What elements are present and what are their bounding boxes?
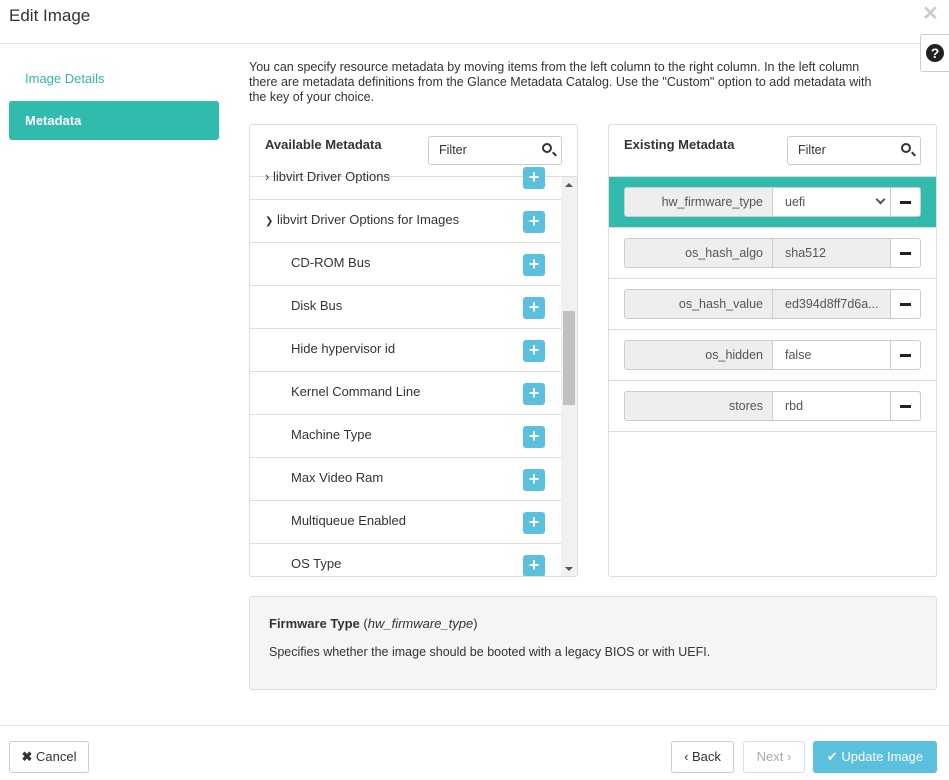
metadata-row[interactable]: os_hash_value ed394d8ff7d6a... [609,279,936,330]
value-select[interactable]: uefi [772,187,891,217]
chevron-down-icon [875,194,886,205]
sidebar: Image Details Metadata [9,59,219,143]
panel-title: Existing Metadata [624,137,735,152]
value-input: ed394d8ff7d6a... [772,289,891,319]
search-icon [542,143,552,153]
dialog-title: Edit Image [9,6,91,25]
add-button[interactable]: + [523,211,545,233]
remove-button[interactable] [890,187,921,217]
back-button[interactable]: ‹ Back [671,741,734,773]
help-icon: ? [926,44,944,62]
list-item[interactable]: OS Type + [250,544,561,576]
list-item[interactable]: CD-ROM Bus + [250,243,561,286]
add-button[interactable]: + [523,512,545,534]
add-button[interactable]: + [523,340,545,362]
scrollbar[interactable] [561,177,577,576]
value-input[interactable]: rbd [772,391,891,421]
next-button[interactable]: Next › [743,741,805,773]
remove-button[interactable] [890,289,921,319]
existing-metadata-panel: Existing Metadata Filter hw_firmware_typ… [608,124,937,577]
list-item[interactable]: Multiqueue Enabled + [250,501,561,544]
sidebar-item-metadata[interactable]: Metadata [9,101,219,140]
value-input[interactable]: false [772,340,891,370]
update-image-button[interactable]: ✔ Update Image [813,741,937,773]
chevron-down-icon: ❯ [265,216,274,227]
existing-filter-input[interactable]: Filter [787,136,921,165]
add-button[interactable]: + [523,555,545,576]
metadata-row[interactable]: os_hash_algo sha512 [609,228,936,279]
footer-divider [0,725,949,726]
sidebar-item-image-details[interactable]: Image Details [9,59,219,98]
list-item[interactable]: Max Video Ram + [250,458,561,501]
list-item[interactable]: Hide hypervisor id + [250,329,561,372]
value-input: sha512 [772,238,891,268]
metadata-row[interactable]: os_hidden false [609,330,936,381]
add-button[interactable]: + [523,469,545,491]
metadata-row[interactable]: hw_firmware_type uefi [609,177,936,228]
add-button[interactable]: + [523,383,545,405]
list-item[interactable]: Machine Type + [250,415,561,458]
add-button[interactable]: + [523,167,545,189]
cancel-button[interactable]: ✖ Cancel [9,741,89,773]
header-divider [0,43,949,44]
remove-button[interactable] [890,391,921,421]
available-filter-input[interactable]: Filter [428,136,562,165]
help-button[interactable]: ? [920,34,949,72]
scroll-down-icon [565,567,573,571]
list-item[interactable]: › libvirt Driver Options + [250,167,561,200]
metadata-description: Firmware Type (hw_firmware_type) Specifi… [249,596,937,690]
add-button[interactable]: + [523,254,545,276]
panel-title: Available Metadata [265,137,382,152]
metadata-row[interactable]: stores rbd [609,381,936,432]
scroll-up-icon [565,183,573,187]
search-icon [901,143,911,153]
list-item[interactable]: ❯ libvirt Driver Options for Images + [250,200,561,243]
close-icon[interactable]: ✕ [922,1,939,26]
scrollbar-thumb [563,311,575,405]
add-button[interactable]: + [523,426,545,448]
list-item[interactable]: Kernel Command Line + [250,372,561,415]
add-button[interactable]: + [523,297,545,319]
check-icon: ✔ [826,749,838,764]
close-icon: ✖ [21,749,33,764]
available-list: › libvirt Driver Options + ❯ libvirt Driv… [250,167,561,576]
intro-text: You can specify resource metadata by mov… [249,60,872,104]
available-metadata-panel: Available Metadata Filter › libvirt Driv… [249,124,578,577]
remove-button[interactable] [890,238,921,268]
remove-button[interactable] [890,340,921,370]
list-item[interactable]: Disk Bus + [250,286,561,329]
